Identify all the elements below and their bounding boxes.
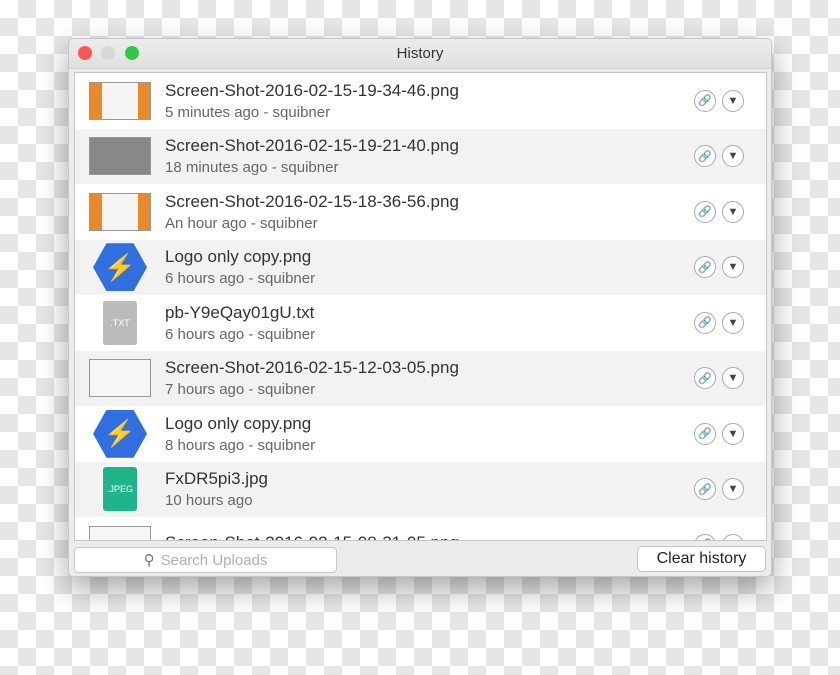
- chevron-down-icon[interactable]: ▼: [722, 422, 744, 445]
- file-meta: 6 hours ago - squibner: [165, 325, 316, 343]
- chevron-down-icon[interactable]: ▼: [722, 311, 744, 334]
- file-meta: 5 minutes ago - squibner: [165, 103, 331, 121]
- copy-link-icon[interactable]: 🔗: [694, 533, 716, 540]
- clear-history-button[interactable]: Clear history: [637, 546, 766, 572]
- thumbnail: [87, 133, 153, 179]
- chevron-down-icon[interactable]: ▼: [722, 89, 744, 112]
- screenshot-thumbnail: [89, 192, 151, 231]
- thumbnail: ⚡: [87, 409, 153, 458]
- file-name: Screen-Shot-2016-02-15-12-03-05.png: [165, 358, 459, 378]
- file-name: Screen-Shot-2016-02-15-19-34-46.png: [165, 80, 459, 100]
- file-name: Screen-Shot-2016-02-15-18-36-56.png: [165, 191, 459, 211]
- txt-file-icon: .TXT: [103, 300, 137, 345]
- history-list[interactable]: Screen-Shot-2016-02-15-19-34-46.png 5 mi…: [74, 72, 767, 541]
- chevron-down-icon[interactable]: ▼: [722, 367, 744, 390]
- file-name: FxDR5pi3.jpg: [165, 469, 268, 489]
- list-item[interactable]: Screen-Shot-2016-02-15-19-34-46.png 5 mi…: [75, 73, 766, 129]
- search-placeholder: Search Uploads: [160, 551, 268, 569]
- logo-thumbnail: ⚡: [93, 243, 147, 292]
- screenshot-thumbnail: [89, 81, 151, 120]
- list-item[interactable]: Screen-Shot-2016-02-15-08-31-05.png 🔗 ▼: [75, 517, 766, 540]
- thumbnail: .JPEG: [87, 466, 153, 512]
- screenshot-thumbnail: [89, 359, 151, 398]
- thumbnail: [87, 78, 153, 124]
- title-bar: History: [69, 39, 771, 69]
- list-item[interactable]: Screen-Shot-2016-02-15-19-21-40.png 18 m…: [75, 128, 766, 184]
- chevron-down-icon[interactable]: ▼: [722, 256, 744, 279]
- thumbnail: .TXT: [87, 300, 153, 346]
- file-meta: 8 hours ago - squibner: [165, 436, 316, 454]
- file-name: pb-Y9eQay01gU.txt: [165, 302, 315, 322]
- zoom-button[interactable]: [125, 46, 139, 60]
- thumbnail: [87, 355, 153, 401]
- logo-thumbnail: ⚡: [93, 409, 147, 458]
- list-item[interactable]: Screen-Shot-2016-02-15-12-03-05.png 7 ho…: [75, 350, 766, 406]
- copy-link-icon[interactable]: 🔗: [694, 256, 716, 279]
- minimize-button[interactable]: [101, 46, 115, 60]
- copy-link-icon[interactable]: 🔗: [694, 478, 716, 501]
- list-item[interactable]: ⚡ Logo only copy.png 8 hours ago - squib…: [75, 406, 766, 462]
- history-window: History Screen-Shot-2016-02-15-19-34-46.…: [68, 38, 772, 577]
- thumbnail: [87, 189, 153, 235]
- screenshot-thumbnail: [89, 137, 151, 176]
- thumbnail: [87, 522, 153, 540]
- file-meta: 7 hours ago - squibner: [165, 381, 316, 399]
- file-meta: 18 minutes ago - squibner: [165, 159, 339, 177]
- thumbnail: ⚡: [87, 243, 153, 292]
- list-item[interactable]: .TXT pb-Y9eQay01gU.txt 6 hours ago - squ…: [75, 295, 766, 351]
- screenshot-thumbnail: [89, 525, 151, 540]
- list-item[interactable]: Screen-Shot-2016-02-15-18-36-56.png An h…: [75, 184, 766, 240]
- jpeg-file-icon: .JPEG: [103, 467, 137, 512]
- copy-link-icon[interactable]: 🔗: [694, 89, 716, 112]
- chevron-down-icon[interactable]: ▼: [722, 200, 744, 223]
- list-item[interactable]: ⚡ Logo only copy.png 6 hours ago - squib…: [75, 239, 766, 295]
- file-meta: 10 hours ago: [165, 492, 253, 510]
- copy-link-icon[interactable]: 🔗: [694, 145, 716, 168]
- window-title: History: [396, 45, 444, 62]
- list-item[interactable]: .JPEG FxDR5pi3.jpg 10 hours ago 🔗 ▼: [75, 461, 766, 517]
- file-name: Screen-Shot-2016-02-15-08-31-05.png: [165, 533, 694, 540]
- close-button[interactable]: [78, 46, 92, 60]
- file-name: Logo only copy.png: [165, 247, 312, 267]
- copy-link-icon[interactable]: 🔗: [694, 367, 716, 390]
- file-name: Logo only copy.png: [165, 413, 312, 433]
- chevron-down-icon[interactable]: ▼: [722, 145, 744, 168]
- chevron-down-icon[interactable]: ▼: [722, 533, 744, 540]
- search-input[interactable]: ⚲ Search Uploads: [74, 547, 337, 573]
- copy-link-icon[interactable]: 🔗: [694, 311, 716, 334]
- copy-link-icon[interactable]: 🔗: [694, 422, 716, 445]
- copy-link-icon[interactable]: 🔗: [694, 200, 716, 223]
- search-icon: ⚲: [143, 552, 155, 569]
- file-meta: 6 hours ago - squibner: [165, 270, 316, 288]
- file-name: Screen-Shot-2016-02-15-19-21-40.png: [165, 136, 459, 156]
- file-meta: An hour ago - squibner: [165, 214, 318, 232]
- chevron-down-icon[interactable]: ▼: [722, 478, 744, 501]
